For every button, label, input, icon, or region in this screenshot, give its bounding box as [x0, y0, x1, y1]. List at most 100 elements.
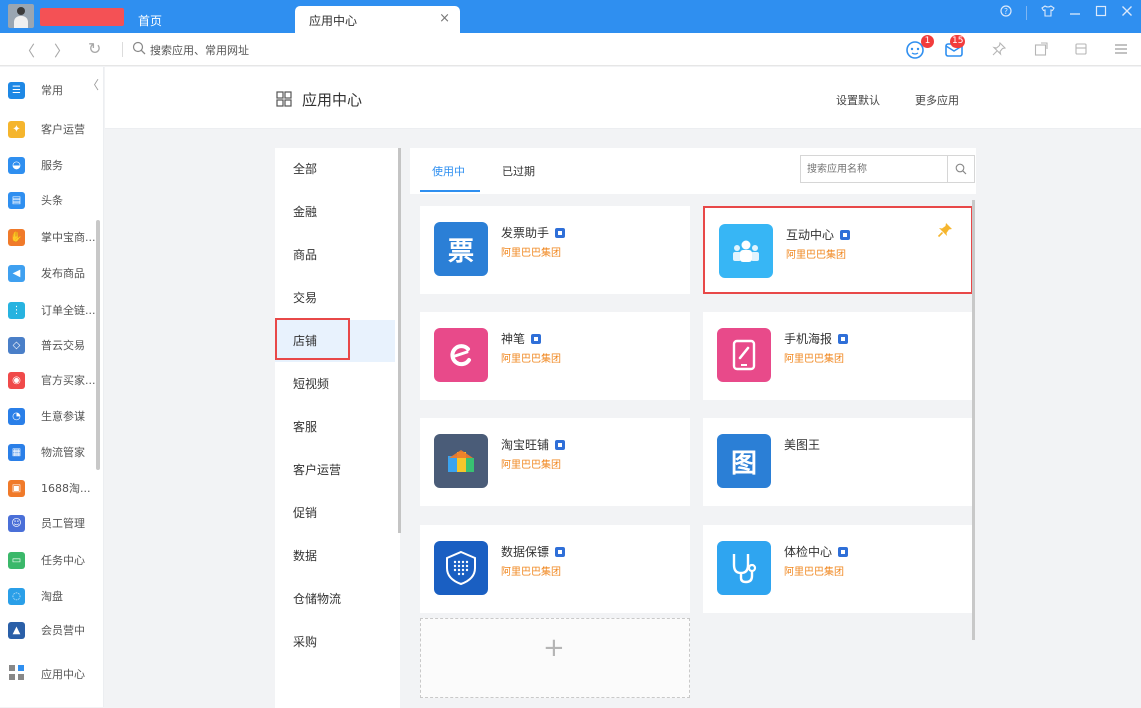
sidebar-item-11[interactable]: ▣ 1688淘... [8, 478, 104, 498]
sidebar-app-icon: ✦ [8, 120, 25, 138]
category-item[interactable]: 商品 [275, 234, 395, 276]
window-controls: ? [986, 5, 1133, 21]
sidebar-item-3[interactable]: ▤ 头条 [8, 190, 104, 210]
app-name: 发票助手 [501, 224, 566, 241]
message-badge: 15 [950, 35, 966, 48]
address-divider [122, 42, 123, 57]
tab-home[interactable]: 首页 [128, 6, 288, 33]
app-card[interactable]: 淘宝旺铺 阿里巴巴集团 [420, 418, 690, 506]
sidebar-item-label: 官方买家... [41, 374, 96, 387]
category-item[interactable]: 客服 [275, 406, 395, 448]
sidebar-item-label: 常用 [41, 84, 63, 97]
app-name: 手机海报 [784, 330, 849, 347]
title-bar: 首页 应用中心 × ? [0, 0, 1141, 33]
category-item[interactable]: 仓储物流 [275, 578, 395, 620]
app-card[interactable]: 体检中心阿里巴巴集团 [703, 525, 973, 613]
category-scrollbar[interactable] [398, 148, 401, 533]
sidebar-item-10[interactable]: ▦ 物流管家 [8, 442, 104, 462]
sidebar-app-icon: ⋮ [8, 301, 25, 319]
sidebar-item-13[interactable]: ▭ 任务中心 [8, 550, 104, 570]
app-name: 美图王 [784, 436, 820, 453]
minimize-icon[interactable] [1069, 5, 1081, 21]
category-item[interactable]: 采购 [275, 621, 395, 663]
skin-icon[interactable] [1041, 5, 1055, 21]
sidebar-app-icon: ▤ [8, 191, 25, 209]
help-icon[interactable]: ? [1000, 5, 1012, 21]
pin-icon[interactable] [937, 222, 953, 241]
tab-home-label: 首页 [138, 14, 163, 28]
app-card[interactable]: 票发票助手 阿里巴巴集团 [420, 206, 690, 294]
category-item[interactable]: 金融 [275, 191, 395, 233]
sidebar-app-icon: ▦ [8, 443, 25, 461]
more-apps-button[interactable]: 更多应用 [915, 92, 959, 108]
app-search [800, 155, 975, 183]
sidebar-item-label: 头条 [41, 194, 63, 207]
app-subtabs: 使用中 已过期 [410, 148, 976, 194]
app-card[interactable]: 数据保镖 阿里巴巴集团 [420, 525, 690, 613]
sidebar-item-label: 淘盘 [41, 590, 63, 603]
app-search-input[interactable] [801, 156, 947, 182]
maximize-icon[interactable] [1095, 5, 1107, 21]
sidebar-item-2[interactable]: ◒ 服务 [8, 155, 104, 175]
sidebar-item-label: 服务 [41, 159, 63, 172]
category-item[interactable]: 促销 [275, 492, 395, 534]
category-item[interactable]: 客户运营 [275, 449, 395, 491]
avatar[interactable] [8, 4, 34, 28]
sidebar-item-6[interactable]: ⋮ 订单全链... [8, 300, 104, 320]
share-icon[interactable] [1034, 42, 1048, 59]
app-name-text: 体检中心 [784, 545, 833, 559]
category-item[interactable]: 短视频 [275, 363, 395, 405]
window-layout-icon[interactable] [1074, 42, 1088, 59]
forward-button[interactable]: 〉 [54, 40, 69, 61]
sidebar-item-label: 掌中宝商... [41, 231, 96, 244]
page-title: 应用中心 [302, 91, 363, 109]
sidebar-item-12[interactable]: ☺ 员工管理 [8, 513, 104, 533]
set-default-button[interactable]: 设置默认 [836, 92, 880, 108]
app-name-text: 手机海报 [784, 332, 833, 346]
sidebar-item-14[interactable]: ◌ 淘盘 [8, 586, 104, 606]
category-item[interactable]: 店铺 [275, 320, 395, 362]
app-card[interactable]: 互动中心 阿里巴巴集团 [703, 206, 973, 294]
shield-icon [434, 541, 488, 595]
address-input[interactable]: 搜索应用、常用网址 [150, 42, 249, 58]
add-app-card[interactable]: + [420, 618, 690, 698]
category-item[interactable]: 数据 [275, 535, 395, 577]
sidebar-item-8[interactable]: ◉ 官方买家... [8, 370, 104, 390]
pin-toolbar-icon[interactable] [992, 41, 1007, 59]
sidebar-item-15[interactable]: ▲ 会员营中 [8, 620, 104, 640]
sidebar-item-1[interactable]: ✦ 客户运营 [8, 119, 104, 139]
tab-in-use[interactable]: 使用中 [432, 163, 465, 179]
official-badge-icon [838, 334, 849, 344]
app-vendor: 阿里巴巴集团 [784, 567, 844, 578]
back-button[interactable]: 〈 [20, 40, 35, 61]
category-list: 全部 金融 商品 交易 店铺 短视频 客服 客户运营 促销 数据 仓储物流 采购 [275, 148, 401, 708]
shop-icon [434, 434, 488, 488]
sidebar-item-4[interactable]: ✋ 掌中宝商... [8, 227, 104, 247]
app-name: 淘宝旺铺 [501, 436, 566, 453]
close-window-icon[interactable] [1121, 5, 1133, 21]
tab-expired[interactable]: 已过期 [502, 163, 535, 179]
category-item[interactable]: 全部 [275, 148, 395, 190]
sidebar-item-0[interactable]: ☰ 常用 [8, 80, 104, 100]
app-card[interactable]: 神笔 阿里巴巴集团 [420, 312, 690, 400]
app-panel-scrollbar[interactable] [972, 200, 975, 640]
refresh-button[interactable]: ↻ [88, 39, 101, 58]
app-card[interactable]: 图美图王 [703, 418, 973, 506]
sidebar-item-7[interactable]: ◇ 普云交易 [8, 335, 104, 355]
sidebar-scrollbar[interactable] [96, 220, 100, 470]
app-search-button[interactable] [947, 156, 974, 182]
app-card[interactable]: 手机海报 阿里巴巴集团 [703, 312, 973, 400]
app-logo-icon: 票 [434, 222, 488, 276]
close-tab-icon[interactable]: × [439, 11, 450, 26]
app-vendor: 阿里巴巴集团 [786, 250, 846, 261]
tab-app-center[interactable]: 应用中心 × [295, 6, 460, 33]
category-item[interactable]: 交易 [275, 277, 395, 319]
sidebar-item-9[interactable]: ◔ 生意参谋 [8, 406, 104, 426]
sidebar-item-5[interactable]: ◀ 发布商品 [8, 263, 104, 283]
search-icon [132, 41, 146, 58]
tab-app-center-label: 应用中心 [309, 14, 358, 28]
menu-icon[interactable] [1114, 42, 1128, 59]
app-vendor: 阿里巴巴集团 [501, 354, 561, 365]
sidebar-app-icon: ◇ [8, 336, 25, 354]
sidebar-item-app-center[interactable]: 应用中心 [8, 664, 104, 684]
